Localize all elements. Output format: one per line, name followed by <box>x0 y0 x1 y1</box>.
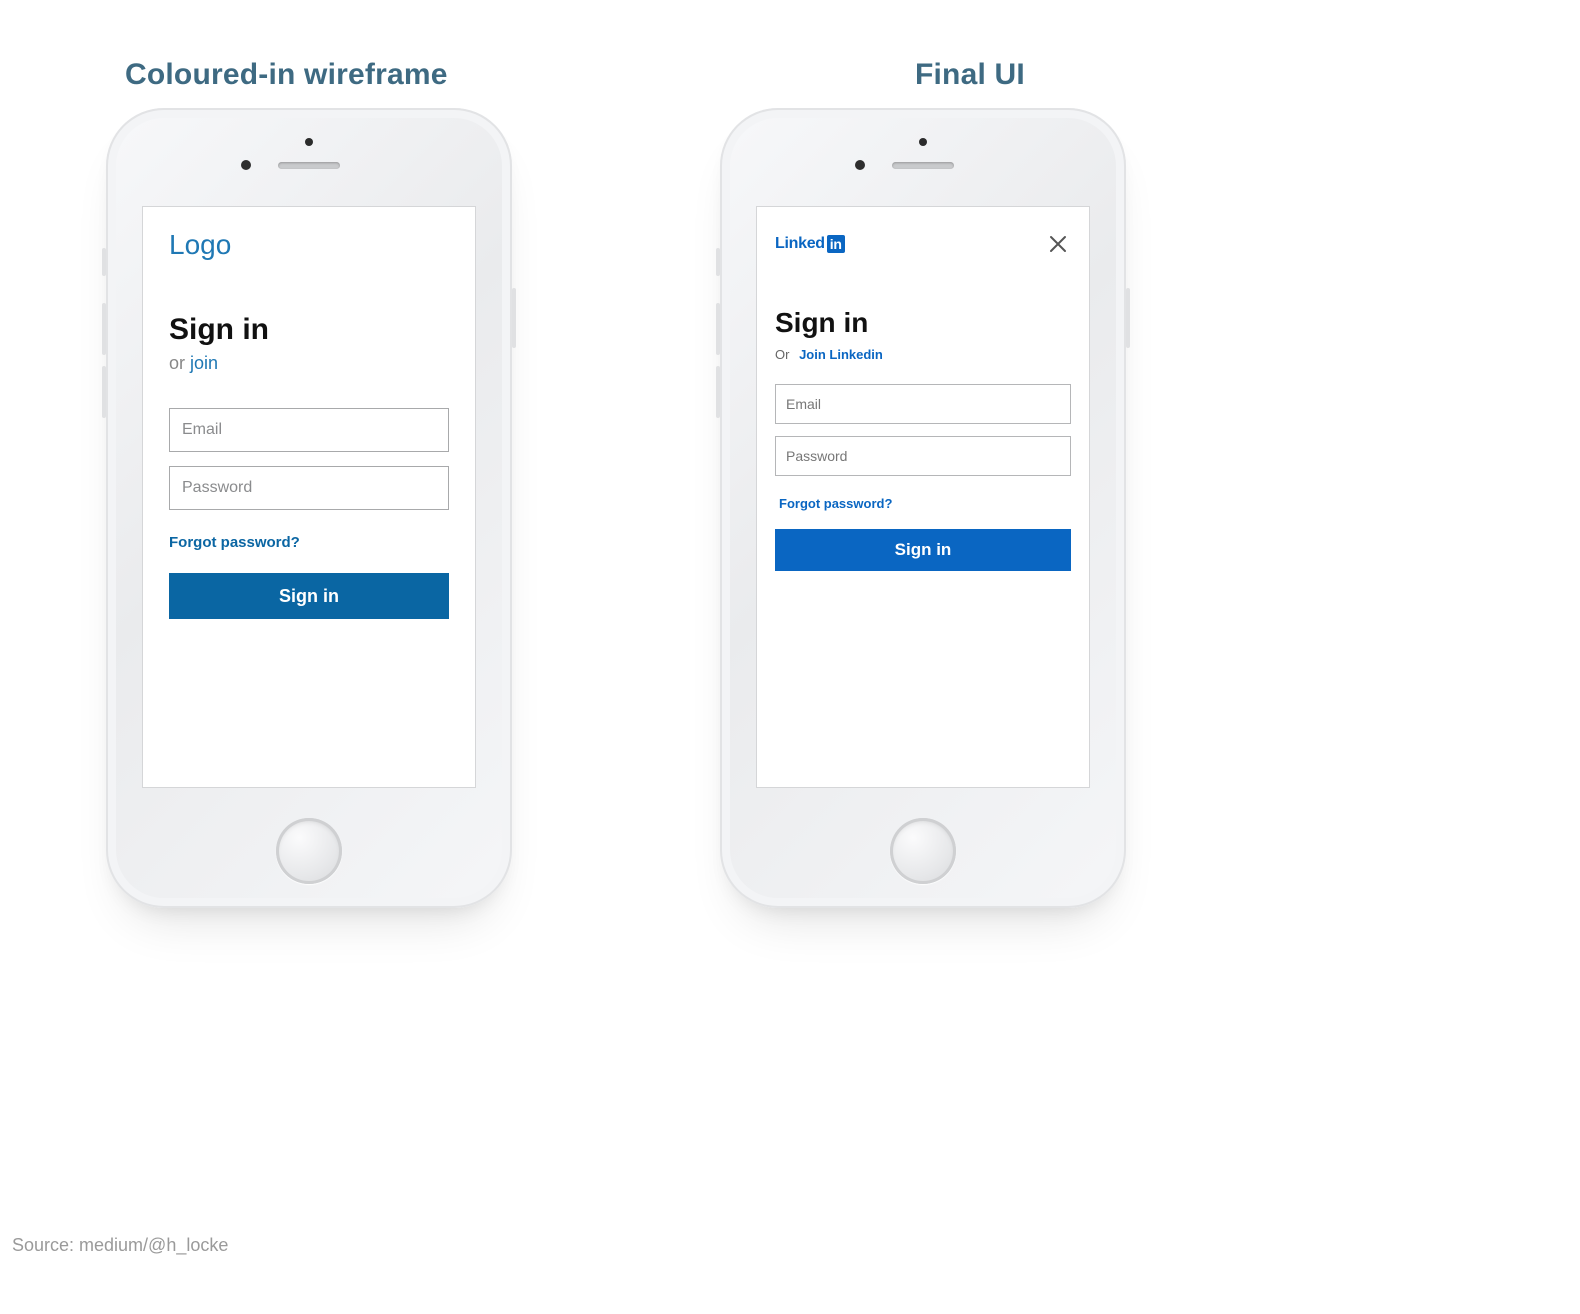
signin-title: Sign in <box>169 313 449 347</box>
forgot-password-link[interactable]: Forgot password? <box>169 534 300 551</box>
screen-wireframe: Logo Sign in or join Forgot password? Si… <box>142 206 476 788</box>
phone-earpiece-icon <box>892 162 954 169</box>
signin-subtitle: or join <box>169 353 449 374</box>
password-field[interactable] <box>775 436 1071 476</box>
source-attribution: Source: medium/@h_locke <box>12 1235 228 1256</box>
phone-side-button <box>716 248 720 276</box>
home-button-icon <box>890 818 956 884</box>
email-field[interactable] <box>775 384 1071 424</box>
sub-prefix: or <box>169 353 190 373</box>
phone-sensor-icon <box>855 160 865 170</box>
phone-side-button <box>716 366 720 418</box>
email-field[interactable] <box>169 408 449 452</box>
close-icon[interactable] <box>1045 231 1071 257</box>
phone-side-button <box>1126 288 1130 348</box>
linkedin-logo: Linkedin <box>775 235 845 253</box>
password-field[interactable] <box>169 466 449 510</box>
linkedin-logo-text: Linked <box>775 235 825 253</box>
screen-final: Linkedin Sign in Or Join Linkedin Forgot… <box>756 206 1090 788</box>
signin-subtitle: Or Join Linkedin <box>775 347 1071 362</box>
phone-side-button <box>512 288 516 348</box>
signin-title: Sign in <box>775 307 1071 339</box>
phone-side-button <box>716 303 720 355</box>
join-link[interactable]: Join Linkedin <box>799 347 883 362</box>
logo-placeholder: Logo <box>169 229 449 261</box>
heading-wireframe: Coloured-in wireframe <box>125 58 448 92</box>
phone-earpiece-icon <box>278 162 340 169</box>
phone-side-button <box>102 366 106 418</box>
phone-side-button <box>102 303 106 355</box>
signin-button[interactable]: Sign in <box>169 573 449 619</box>
phone-mock-final: Linkedin Sign in Or Join Linkedin Forgot… <box>720 108 1126 908</box>
phone-sensor-icon <box>241 160 251 170</box>
sub-prefix: Or <box>775 347 789 362</box>
phone-camera-icon <box>919 138 927 146</box>
phone-side-button <box>102 248 106 276</box>
heading-final: Final UI <box>915 58 1025 92</box>
linkedin-logo-in-icon: in <box>827 235 845 253</box>
signin-button[interactable]: Sign in <box>775 529 1071 571</box>
home-button-icon <box>276 818 342 884</box>
join-link[interactable]: join <box>190 353 218 373</box>
forgot-password-link[interactable]: Forgot password? <box>779 496 892 511</box>
phone-mock-wireframe: Logo Sign in or join Forgot password? Si… <box>106 108 512 908</box>
phone-camera-icon <box>305 138 313 146</box>
